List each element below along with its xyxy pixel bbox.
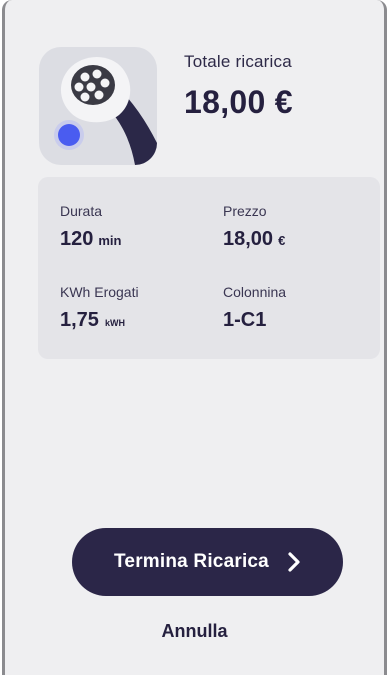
chevron-right-icon	[287, 552, 301, 572]
total-charge-value: 18,00 €	[184, 84, 293, 120]
detail-station-value: 1-C1	[223, 309, 267, 331]
total-charge-label: Totale ricarica	[184, 52, 292, 71]
stop-charging-label: Termina Ricarica	[114, 551, 269, 572]
detail-energy: KWh Erogati 1,75 kWH	[60, 284, 139, 332]
detail-duration-unit: min	[98, 233, 122, 248]
detail-price-value: 18,00	[223, 228, 274, 250]
session-details-card: Durata 120 min Prezzo 18,00 € KWh Erogati …	[38, 177, 380, 359]
cancel-link[interactable]: Annulla	[5, 621, 384, 642]
detail-energy-unit: kWH	[104, 318, 125, 328]
detail-price-label: Prezzo	[223, 203, 267, 219]
detail-energy-label: KWh Erogati	[60, 284, 139, 300]
detail-price-unit: €	[278, 233, 286, 248]
detail-charging-station: Colonnina 1-C1	[223, 284, 286, 332]
charging-session-screen: Totale ricarica 18,00 € Durata 120 min Pr…	[2, 0, 387, 675]
detail-duration: Durata 120 min	[60, 203, 122, 251]
stop-charging-button[interactable]: Termina Ricarica	[72, 528, 343, 596]
detail-station-label: Colonnina	[223, 284, 287, 300]
detail-duration-value: 120	[60, 228, 94, 250]
detail-price: Prezzo 18,00 €	[223, 203, 285, 251]
detail-energy-value: 1,75	[60, 309, 99, 331]
detail-duration-label: Durata	[60, 203, 103, 219]
ev-charger-plug-icon	[39, 47, 157, 165]
